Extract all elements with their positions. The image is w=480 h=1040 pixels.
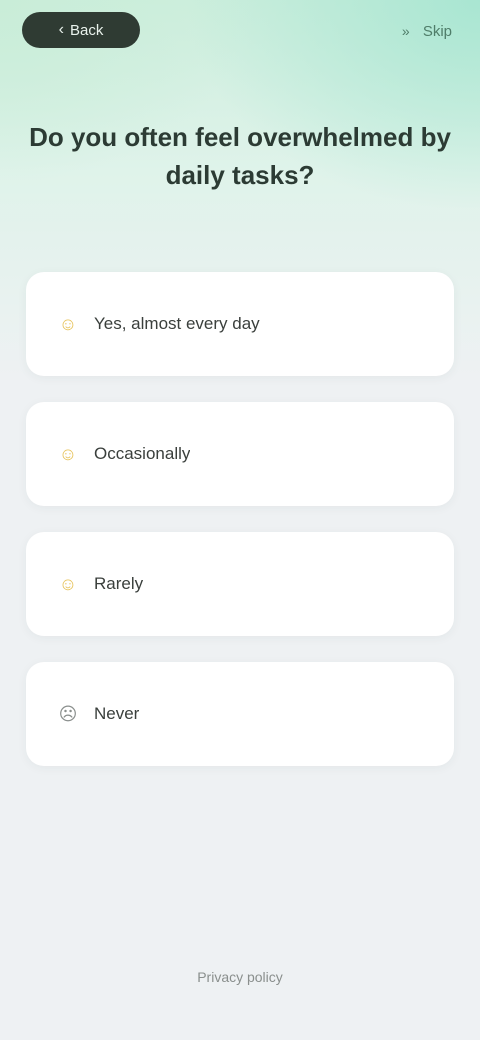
option-card[interactable]: ☺ Yes, almost every day: [26, 272, 454, 376]
option-label: Rarely: [94, 574, 144, 593]
question-title: Do you often feel overwhelmed by daily t…: [29, 122, 451, 190]
top-bar: ‹ Back » Skip: [0, 0, 480, 64]
skip-icon: »: [401, 23, 410, 39]
option-label: Never: [94, 704, 140, 723]
footer-link[interactable]: Privacy policy: [170, 962, 310, 992]
chevron-left-icon: ‹: [58, 21, 64, 38]
face-icon: ☺: [58, 443, 78, 464]
skip-button[interactable]: » Skip: [397, 18, 452, 44]
option-card[interactable]: ☺ Rarely: [26, 532, 454, 636]
answer-options-list: ☺ Yes, almost every day ☺ Occasionally ☺…: [26, 272, 454, 766]
face-icon: ☺: [58, 573, 78, 594]
skip-label: Skip: [422, 22, 452, 40]
face-icon: ☹: [58, 703, 78, 724]
option-label: Occasionally: [94, 444, 191, 463]
back-button-label: Back: [69, 21, 104, 39]
option-card[interactable]: ☹ Never: [26, 662, 454, 766]
back-button[interactable]: ‹ Back: [22, 12, 140, 48]
face-icon: ☺: [58, 313, 78, 334]
option-card[interactable]: ☺ Occasionally: [26, 402, 454, 506]
option-label: Yes, almost every day: [94, 314, 260, 333]
